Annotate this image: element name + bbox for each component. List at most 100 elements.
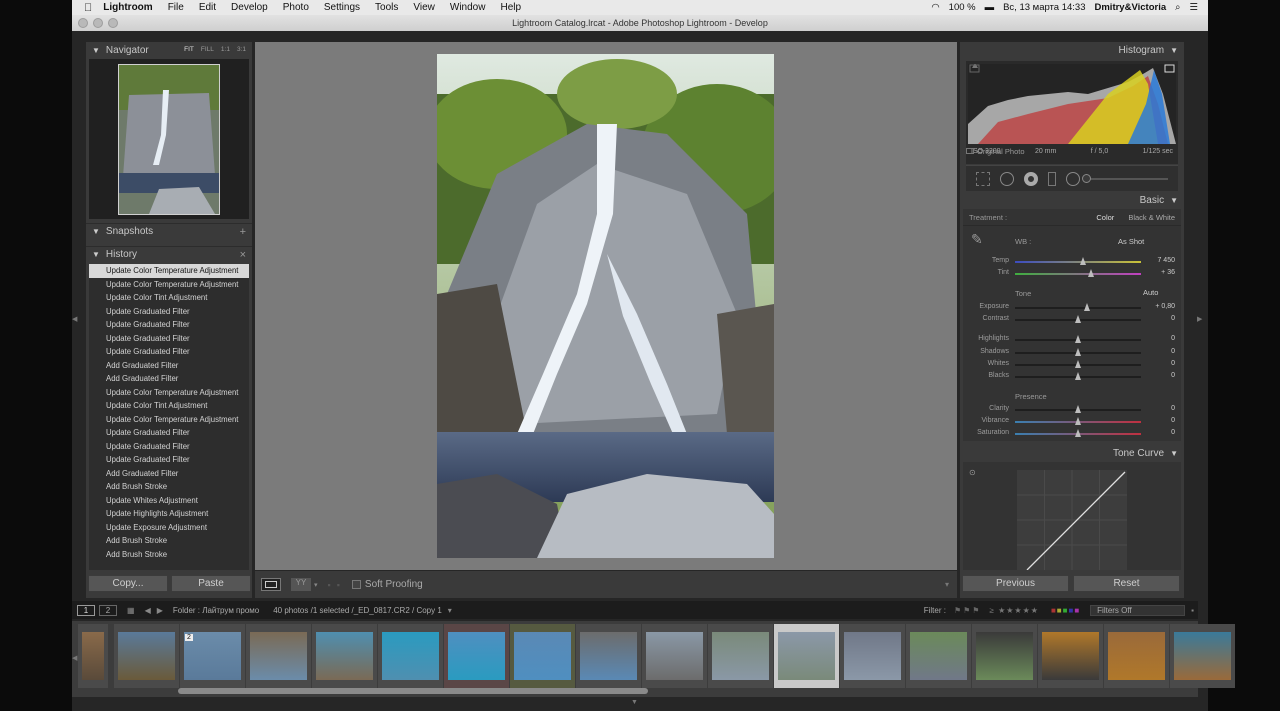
filmstrip-thumbnail[interactable] [312,624,377,688]
filmstrip-thumbnail[interactable] [510,624,575,688]
slider-knob[interactable] [1075,315,1081,323]
slider-value[interactable]: 0 [1171,372,1175,379]
menu-file[interactable]: File [168,2,184,13]
filmstrip-thumbnail[interactable] [246,624,311,688]
tone-curve-header[interactable]: Tone Curve ▼ [960,445,1184,461]
slider-value[interactable]: 0 [1171,417,1175,424]
histogram-graph[interactable] [968,63,1176,144]
slider-value[interactable]: + 0,80 [1155,303,1175,310]
filters-off-select[interactable]: Filters Off [1090,604,1186,616]
slider-knob[interactable] [1075,405,1081,413]
slider-value[interactable]: 0 [1171,335,1175,342]
history-item[interactable]: Update Color Temperature Adjustment [89,264,249,278]
treatment-color-option[interactable]: Color [1096,213,1114,222]
red-eye-icon[interactable] [1024,171,1038,186]
filmstrip-scroll-left-icon[interactable]: ◀ [72,621,78,697]
back-arrow-icon[interactable]: ◀ [145,606,151,615]
spot-removal-icon[interactable] [1000,171,1014,186]
slider-knob[interactable] [1075,335,1081,343]
image-canvas[interactable] [255,42,957,570]
slider-value[interactable]: 0 [1171,348,1175,355]
collapse-triangle-icon[interactable]: ▼ [1170,449,1178,458]
main-window-button[interactable]: 1 [77,604,95,616]
snapshots-header[interactable]: ▼ Snapshots + [86,223,252,239]
filmstrip-thumbnail[interactable]: 2 [180,624,245,688]
history-item[interactable]: Add Graduated Filter [89,467,249,481]
slider-track[interactable] [1015,261,1141,263]
history-item[interactable]: Update Graduated Filter [89,305,249,319]
collapse-left-panel-icon[interactable]: ◀ [72,315,77,323]
menu-help[interactable]: Help [500,2,521,13]
history-item[interactable]: Update Color Temperature Adjustment [89,386,249,400]
history-item[interactable]: Update Exposure Adjustment [89,521,249,535]
slider-knob[interactable] [1083,303,1090,311]
filmstrip-thumbnail[interactable] [906,624,971,688]
flag-icon[interactable]: ▪ [328,580,331,590]
source-dropdown-icon[interactable]: ▾ [448,606,452,615]
menu-tools[interactable]: Tools [375,2,398,13]
stack-count-badge[interactable]: 2 [185,634,193,641]
close-window-button[interactable] [78,18,88,28]
navigator-header[interactable]: ▼ Navigator FIT FILL 1:1 3:1 [86,42,252,58]
collapse-triangle-icon[interactable]: ▼ [92,250,100,259]
graduated-filter-icon[interactable] [1048,171,1056,186]
slider-exposure[interactable]: Exposure + 0,80 [963,302,1181,314]
history-item[interactable]: Update Highlights Adjustment [89,507,249,521]
slider-value[interactable]: 0 [1171,405,1175,412]
filmstrip-thumbnail[interactable] [642,624,707,688]
wifi-icon[interactable]: ◠ [931,2,939,13]
filmstrip-scrollbar[interactable] [178,688,648,694]
history-item[interactable]: Update Graduated Filter [89,453,249,467]
history-item[interactable]: Update Color Tint Adjustment [89,399,249,413]
slider-contrast[interactable]: Contrast 0 [963,314,1181,326]
forward-arrow-icon[interactable]: ▶ [157,606,163,615]
history-item[interactable]: Update Graduated Filter [89,318,249,332]
slider-value[interactable]: 0 [1171,360,1175,367]
checkbox-icon[interactable] [966,148,974,154]
history-item[interactable]: Add Brush Stroke [89,548,249,562]
slider-knob[interactable] [1075,348,1081,356]
before-after-button[interactable]: YY [291,578,311,591]
reject-flag-icon[interactable]: ▪ [337,580,340,590]
battery-label[interactable]: 100 % [949,2,976,13]
targeted-adjustment-icon[interactable]: ⊙ [969,468,976,477]
reset-button[interactable]: Reset [1073,575,1180,592]
slider-knob[interactable] [1075,372,1081,380]
slider-knob[interactable] [1075,417,1081,425]
slider-highlights[interactable]: Highlights 0 [963,334,1181,346]
crop-tool-icon[interactable] [976,171,990,186]
rating-filter-stars[interactable]: ≥ ★★★★★ [989,606,1038,615]
menu-edit[interactable]: Edit [199,2,216,13]
slider-clarity[interactable]: Clarity 0 [963,404,1181,416]
dropdown-arrow-icon[interactable]: ▾ [314,581,318,589]
flag-filters[interactable]: ⚑⚑⚑ [954,606,982,615]
apple-icon[interactable]:  [84,2,92,14]
filmstrip[interactable]: 2 ◀ [72,621,1235,697]
toolbar-menu-icon[interactable]: ▾ [945,580,949,589]
slider-temp[interactable]: Temp 7 450 [963,256,1181,268]
main-photo[interactable] [437,54,774,558]
collapse-right-panel-icon[interactable]: ▶ [1197,315,1202,323]
filter-lock-icon[interactable]: ▪ [1191,606,1194,615]
filmstrip-thumbnail[interactable] [1170,624,1235,688]
list-icon[interactable]: ☰ [1189,2,1198,13]
soft-proofing-checkbox[interactable] [351,580,361,589]
filmstrip-thumbnail[interactable] [972,624,1037,688]
slider-track[interactable] [1015,307,1141,309]
filmstrip-thumbnail[interactable] [1038,624,1103,688]
slider-knob[interactable] [1087,269,1094,277]
slider-shadows[interactable]: Shadows 0 [963,347,1181,359]
filmstrip-thumbnail[interactable] [378,624,443,688]
navigator-preview[interactable] [89,59,249,219]
history-item[interactable]: Update Color Tint Adjustment [89,291,249,305]
user-name[interactable]: Dmitry&Victoria [1095,2,1167,13]
filmstrip-thumbnail[interactable] [708,624,773,688]
original-photo-toggle[interactable]: Original Photo [966,147,1025,156]
histogram-header[interactable]: Histogram ▼ [960,42,1184,58]
treatment-bw-option[interactable]: Black & White [1128,213,1175,222]
slider-knob[interactable] [1080,257,1087,265]
history-item[interactable]: Update Color Temperature Adjustment [89,413,249,427]
history-item[interactable]: Update Graduated Filter [89,426,249,440]
slider-value[interactable]: + 36 [1161,269,1175,276]
loupe-view-button[interactable] [261,578,281,591]
